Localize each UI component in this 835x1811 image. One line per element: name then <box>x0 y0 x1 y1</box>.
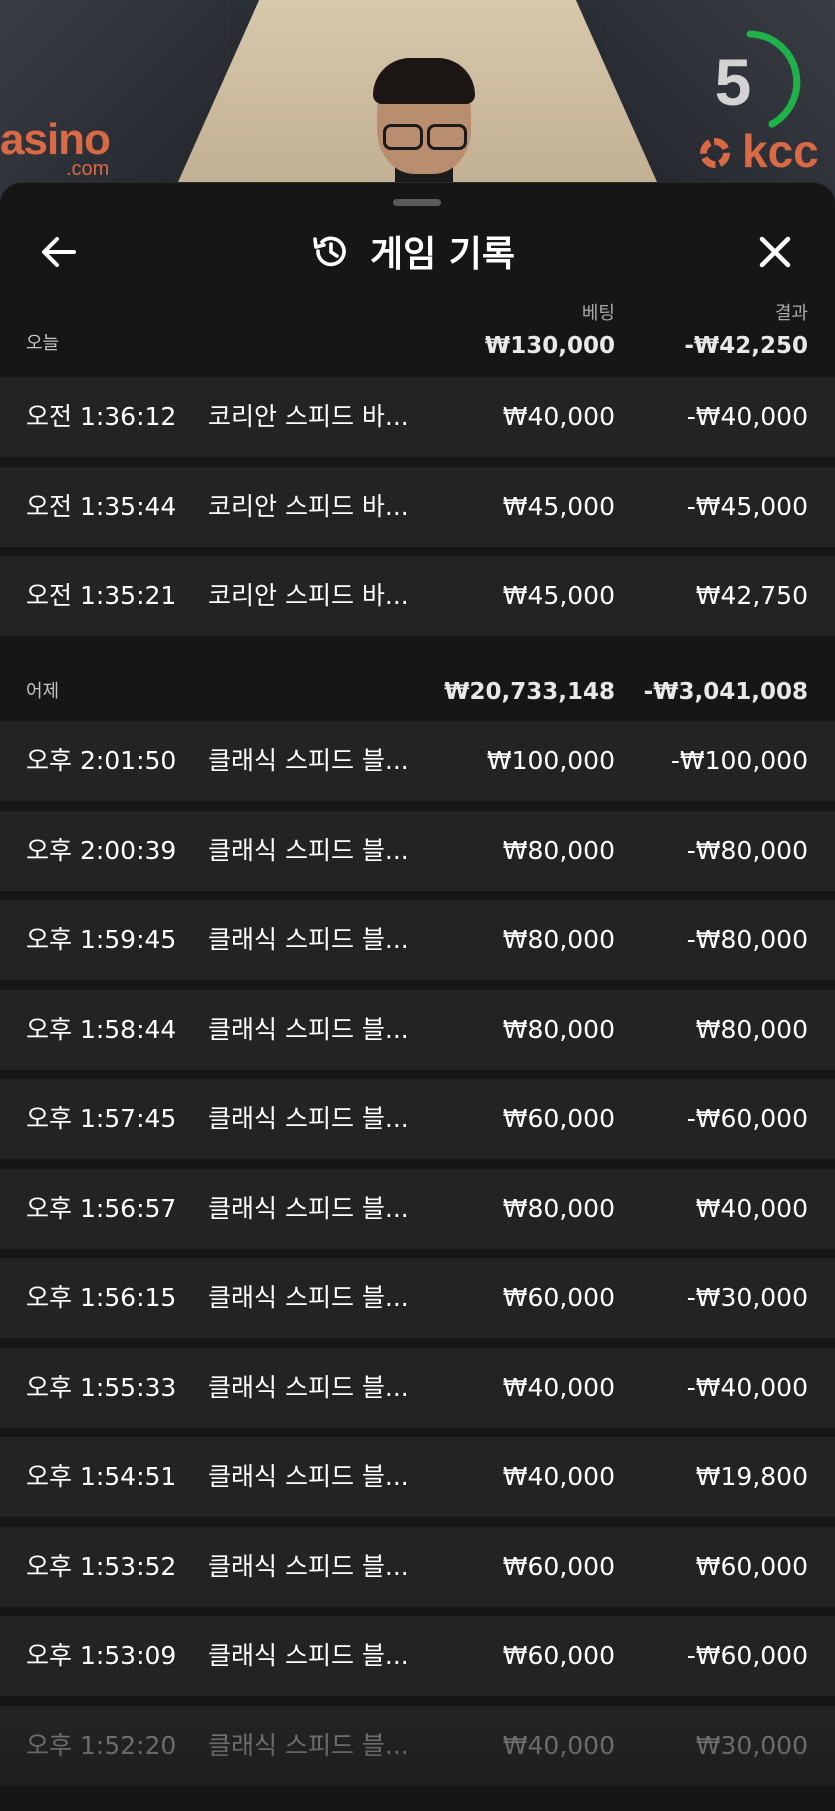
dealer-glasses <box>383 124 467 150</box>
row-bet-amount: ₩40,000 <box>502 1372 615 1402</box>
row-game-name: 클래식 스피드 블... <box>208 1104 409 1133</box>
row-result-amount: -₩60,000 <box>686 1641 808 1670</box>
close-button[interactable] <box>750 227 800 277</box>
section-total-bet: ₩130,000 <box>484 333 615 359</box>
section-total-bet: ₩20,733,148 <box>444 679 615 705</box>
row-time: 오후 1:58:44 <box>26 1014 177 1044</box>
row-bet-amount: ₩80,000 <box>502 835 615 865</box>
row-time: 오전 1:35:21 <box>26 581 177 610</box>
row-result-amount: -₩40,000 <box>686 1372 808 1402</box>
row-bet-amount: ₩40,000 <box>502 402 615 431</box>
row-game-name: 클래식 스피드 블... <box>208 1283 409 1312</box>
row-bet-amount: ₩80,000 <box>502 1014 615 1044</box>
sheet-drag-handle[interactable] <box>393 199 441 206</box>
close-icon <box>759 236 791 268</box>
row-result-amount: ₩60,000 <box>695 1551 808 1581</box>
row-result-amount: ₩40,000 <box>695 1193 808 1223</box>
history-row[interactable]: 오후 1:56:15 클래식 스피드 블... ₩60,000 -₩30,000 <box>0 1258 835 1338</box>
row-result-amount: -₩45,000 <box>686 491 808 521</box>
row-bet-amount: ₩45,000 <box>502 581 615 610</box>
row-time: 오후 1:56:57 <box>26 1193 177 1223</box>
column-header-bet: 베팅 <box>581 303 615 324</box>
history-icon <box>313 236 346 267</box>
history-row[interactable]: 오전 1:35:21 코리안 스피드 바... ₩45,000 ₩42,750 <box>0 556 835 636</box>
history-row[interactable]: 오후 1:56:57 클래식 스피드 블... ₩80,000 ₩40,000 <box>0 1168 835 1249</box>
section-date-label: 어제 <box>26 681 60 702</box>
row-time: 오후 1:57:45 <box>26 1104 177 1133</box>
live-video: asino .com kcc 5 <box>0 0 835 200</box>
row-time: 오후 1:54:51 <box>26 1462 177 1491</box>
row-time: 오전 1:35:44 <box>26 491 177 521</box>
row-time: 오후 1:52:20 <box>26 1730 177 1760</box>
row-bet-amount: ₩45,000 <box>502 491 615 521</box>
row-game-name: 클래식 스피드 블... <box>208 1551 409 1581</box>
gear-logo-icon <box>700 138 730 168</box>
row-bet-amount: ₩60,000 <box>502 1551 615 1581</box>
row-result-amount: ₩19,800 <box>695 1462 808 1491</box>
row-time: 오후 2:00:39 <box>26 835 177 865</box>
row-result-amount: -₩80,000 <box>686 835 808 865</box>
row-bet-amount: ₩80,000 <box>502 925 615 954</box>
history-row[interactable]: 오후 1:59:45 클래식 스피드 블... ₩80,000 -₩80,000 <box>0 900 835 980</box>
back-button[interactable] <box>34 227 84 277</box>
row-result-amount: -₩40,000 <box>686 402 808 431</box>
game-history-sheet: 게임 기록 베팅 결과 오늘 ₩130,000 -₩42,250 오전 1:36:12… <box>0 182 835 1811</box>
history-row[interactable]: 오전 1:36:12 코리안 스피드 바... ₩40,000 -₩40,000 <box>0 377 835 457</box>
row-bet-amount: ₩60,000 <box>502 1641 615 1670</box>
history-row[interactable]: 오후 1:54:51 클래식 스피드 블... ₩40,000 ₩19,800 <box>0 1437 835 1517</box>
row-game-name: 코리안 스피드 바... <box>208 491 409 521</box>
section-total-result: -₩3,041,008 <box>643 679 808 705</box>
row-bet-amount: ₩100,000 <box>486 746 615 775</box>
row-game-name: 코리안 스피드 바... <box>208 581 409 610</box>
row-result-amount: ₩42,750 <box>695 581 808 610</box>
row-time: 오후 2:01:50 <box>26 746 177 775</box>
row-bet-amount: ₩60,000 <box>502 1104 615 1133</box>
row-game-name: 클래식 스피드 블... <box>208 746 409 775</box>
countdown-timer: 5 <box>714 45 752 119</box>
history-row[interactable]: 오후 1:53:09 클래식 스피드 블... ₩60,000 -₩60,000 <box>0 1616 835 1696</box>
row-bet-amount: ₩60,000 <box>502 1283 615 1312</box>
row-time: 오후 1:59:45 <box>26 925 177 954</box>
row-game-name: 클래식 스피드 블... <box>208 1462 409 1491</box>
sheet-title: 게임 기록 <box>310 225 515 277</box>
dealer-hair <box>373 58 475 104</box>
column-header-result: 결과 <box>774 303 808 324</box>
history-row[interactable]: 오후 2:01:50 클래식 스피드 블... ₩100,000 -₩100,000 <box>0 721 835 801</box>
history-row[interactable]: 오후 1:58:44 클래식 스피드 블... ₩80,000 ₩80,000 <box>0 989 835 1070</box>
row-game-name: 클래식 스피드 블... <box>208 1641 409 1670</box>
history-row[interactable]: 오후 1:52:20 클래식 스피드 블... ₩40,000 ₩30,000 <box>0 1705 835 1786</box>
row-result-amount: -₩30,000 <box>686 1283 808 1312</box>
history-row[interactable]: 오후 2:00:39 클래식 스피드 블... ₩80,000 -₩80,000 <box>0 810 835 891</box>
row-game-name: 클래식 스피드 블... <box>208 1014 409 1044</box>
row-bet-amount: ₩40,000 <box>502 1462 615 1491</box>
row-game-name: 코리안 스피드 바... <box>208 402 409 431</box>
row-result-amount: -₩100,000 <box>670 746 808 775</box>
sheet-title-text: 게임 기록 <box>370 234 516 275</box>
brand-logo-left-domain: .com <box>66 158 110 180</box>
row-game-name: 클래식 스피드 블... <box>208 925 409 954</box>
row-bet-amount: ₩40,000 <box>502 1730 615 1760</box>
section-date-label: 오늘 <box>26 333 60 354</box>
row-result-amount: ₩30,000 <box>695 1730 808 1760</box>
row-time: 오후 1:53:09 <box>26 1641 177 1670</box>
row-time: 오후 1:55:33 <box>26 1372 177 1402</box>
row-game-name: 클래식 스피드 블... <box>208 835 409 865</box>
row-game-name: 클래식 스피드 블... <box>208 1193 409 1223</box>
row-time: 오후 1:53:52 <box>26 1551 177 1581</box>
row-result-amount: -₩60,000 <box>686 1104 808 1133</box>
row-result-amount: ₩80,000 <box>695 1014 808 1044</box>
history-row[interactable]: 오후 1:57:45 클래식 스피드 블... ₩60,000 -₩60,000 <box>0 1079 835 1159</box>
history-row[interactable]: 오후 1:55:33 클래식 스피드 블... ₩40,000 -₩40,000 <box>0 1347 835 1428</box>
brand-logo-left: asino <box>0 115 111 164</box>
row-time: 오전 1:36:12 <box>26 402 177 431</box>
row-bet-amount: ₩80,000 <box>502 1193 615 1223</box>
row-game-name: 클래식 스피드 블... <box>208 1372 409 1402</box>
row-time: 오후 1:56:15 <box>26 1283 177 1312</box>
row-result-amount: -₩80,000 <box>686 925 808 954</box>
arrow-left-icon <box>42 237 76 267</box>
history-row[interactable]: 오전 1:35:44 코리안 스피드 바... ₩45,000 -₩45,000 <box>0 466 835 547</box>
section-total-result: -₩42,250 <box>684 333 808 359</box>
row-game-name: 클래식 스피드 블... <box>208 1730 409 1760</box>
history-row[interactable]: 오후 1:53:52 클래식 스피드 블... ₩60,000 ₩60,000 <box>0 1526 835 1607</box>
